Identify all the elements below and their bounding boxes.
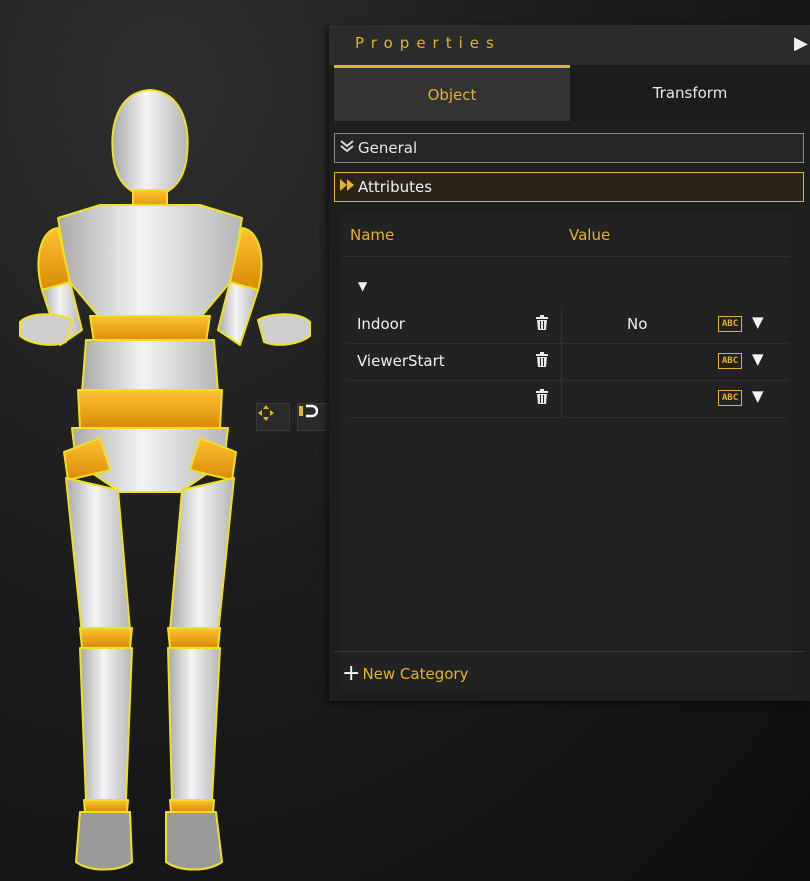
section-general-label: General bbox=[358, 139, 418, 157]
trash-icon[interactable] bbox=[535, 352, 551, 370]
type-abc-icon[interactable]: ABC bbox=[718, 353, 742, 369]
tab-object[interactable]: Object bbox=[334, 65, 570, 121]
trash-icon[interactable] bbox=[535, 389, 551, 407]
tab-bar: Object Transform bbox=[329, 65, 810, 121]
dropdown-arrow-icon[interactable]: ▼ bbox=[752, 313, 764, 331]
column-header-value: Value bbox=[569, 226, 611, 244]
attribute-value[interactable]: No bbox=[627, 315, 647, 333]
properties-panel: Properties ▶ Object Transform General At… bbox=[329, 25, 810, 701]
type-abc-icon[interactable]: ABC bbox=[718, 390, 742, 406]
snap-icon[interactable] bbox=[297, 403, 331, 431]
triangle-right-icon[interactable]: ▶ bbox=[794, 33, 810, 55]
panel-header: Properties ▶ bbox=[329, 25, 810, 65]
tab-transform[interactable]: Transform bbox=[570, 65, 810, 121]
attribute-name[interactable]: Indoor bbox=[357, 315, 405, 333]
column-separator bbox=[561, 380, 562, 417]
table-row[interactable]: ABC ▼ bbox=[347, 380, 789, 418]
attributes-table: Name Value ▼ Indoor No ABC ▼ ViewerStart… bbox=[341, 214, 791, 690]
column-separator bbox=[561, 306, 562, 343]
dropdown-arrow-icon[interactable]: ▼ bbox=[752, 350, 764, 368]
type-abc-icon[interactable]: ABC bbox=[718, 316, 742, 332]
table-header: Name Value bbox=[341, 214, 791, 257]
new-category-label: New Category bbox=[362, 665, 469, 683]
group-toggle[interactable]: ▼ bbox=[358, 279, 367, 293]
table-row[interactable]: ViewerStart ABC ▼ bbox=[347, 343, 789, 381]
column-header-name: Name bbox=[350, 226, 395, 244]
panel-title: Properties bbox=[355, 34, 501, 52]
section-attributes[interactable]: Attributes bbox=[334, 172, 804, 202]
table-row[interactable]: Indoor No ABC ▼ bbox=[347, 306, 789, 344]
dropdown-arrow-icon[interactable]: ▼ bbox=[752, 387, 764, 405]
section-general[interactable]: General bbox=[334, 133, 804, 163]
move-icon[interactable] bbox=[256, 403, 290, 431]
double-chevron-down-icon bbox=[339, 139, 355, 157]
attribute-name[interactable]: ViewerStart bbox=[357, 352, 445, 370]
plus-icon: + bbox=[342, 661, 361, 686]
new-category-button[interactable]: + New Category bbox=[334, 651, 804, 696]
column-separator bbox=[561, 343, 562, 380]
double-chevron-right-icon bbox=[339, 178, 355, 196]
section-attributes-label: Attributes bbox=[358, 178, 433, 196]
trash-icon[interactable] bbox=[535, 315, 551, 333]
